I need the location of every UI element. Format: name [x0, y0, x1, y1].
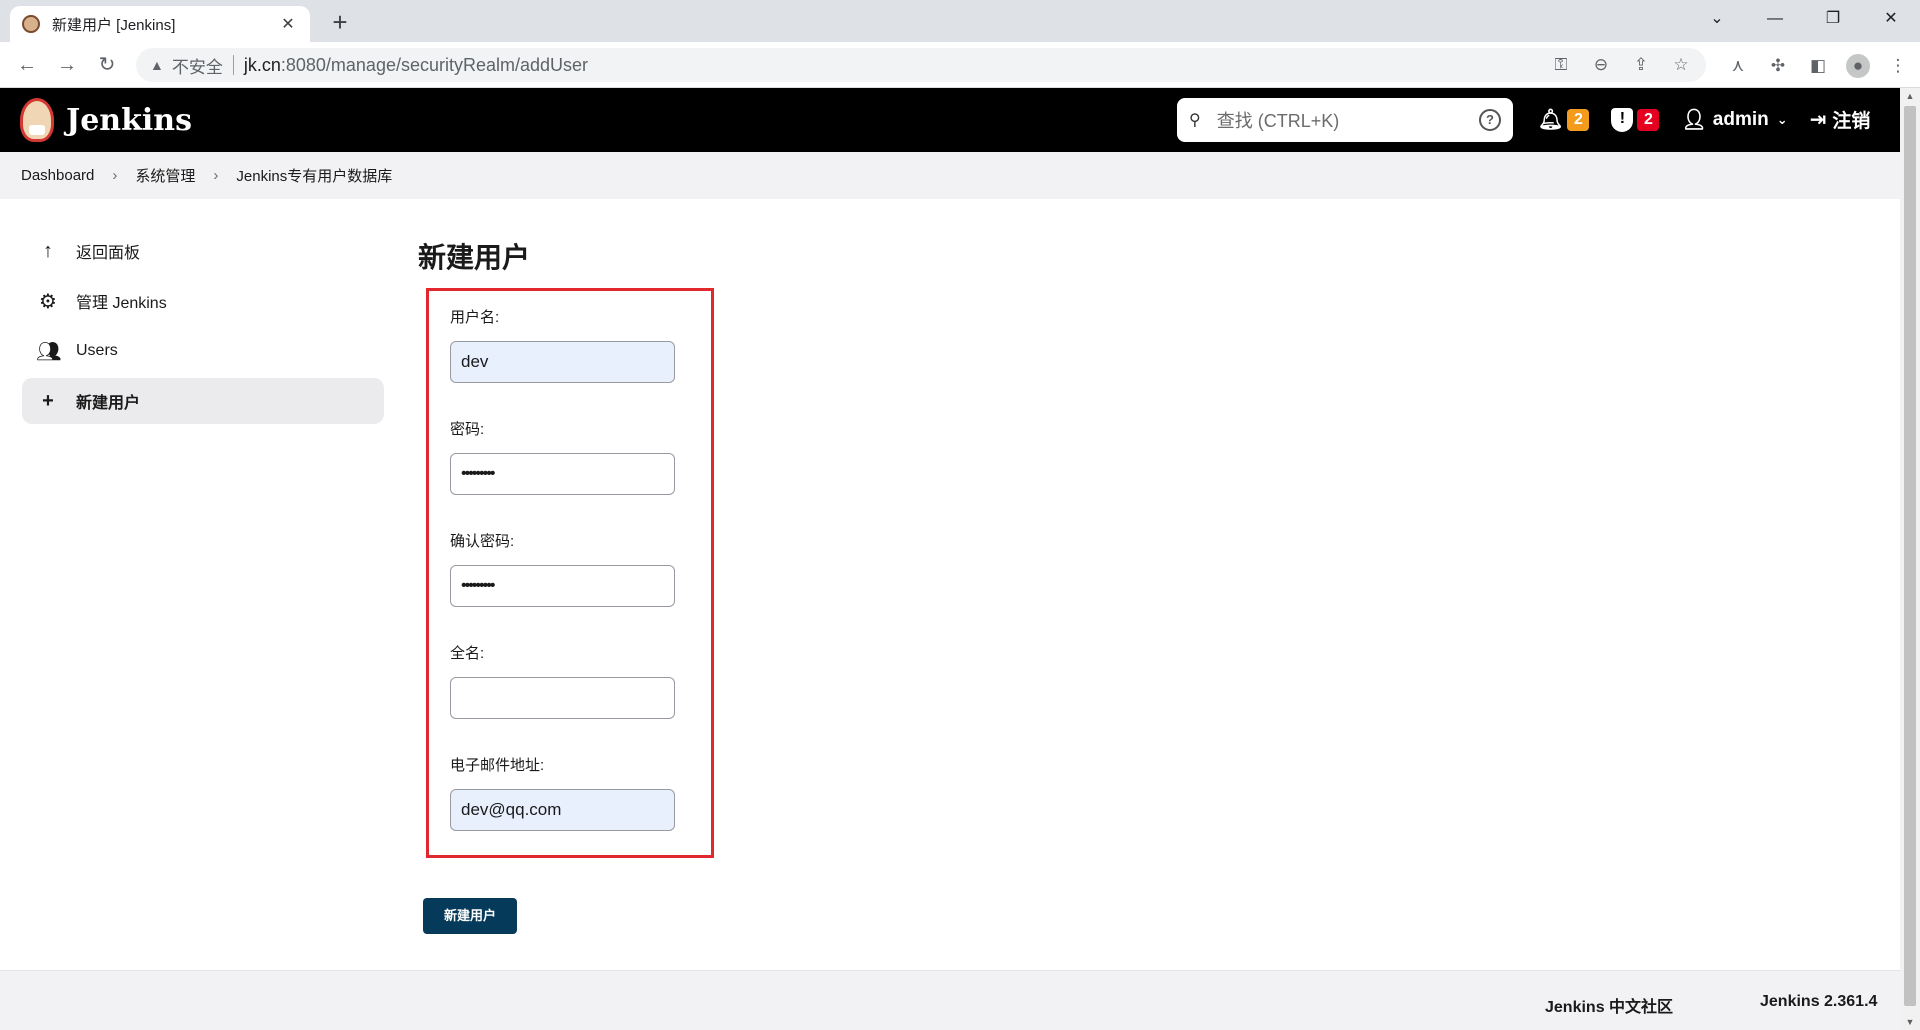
- search-icon: ⚲: [1189, 112, 1201, 129]
- back-button[interactable]: ←: [14, 52, 40, 78]
- profile-avatar-icon[interactable]: ●: [1846, 54, 1870, 78]
- side-panel: ↑ 返回面板 ⚙ 管理 Jenkins 👥︎ Users + 新建用户: [22, 228, 384, 428]
- breadcrumb-chevron-icon[interactable]: ›: [213, 167, 218, 184]
- close-window-button[interactable]: ✕: [1862, 0, 1920, 38]
- user-icon: 👤︎: [1681, 109, 1707, 131]
- email-value: dev@qq.com: [461, 800, 562, 819]
- search-help-icon[interactable]: ?: [1479, 109, 1501, 131]
- password-value: •••••••••: [461, 465, 495, 482]
- fullname-field[interactable]: [450, 677, 675, 719]
- logout-icon: ⇥: [1809, 109, 1827, 131]
- breadcrumb: Dashboard › 系统管理 › Jenkins专有用户数据库: [0, 152, 1900, 199]
- user-name: admin: [1712, 108, 1769, 130]
- fullname-label: 全名:: [450, 645, 485, 662]
- url-text[interactable]: jk.cn:8080/manage/securityRealm/addUser: [244, 55, 1550, 76]
- breadcrumb-manage[interactable]: 系统管理: [135, 165, 195, 186]
- security-monitor-button[interactable]: ! 2: [1611, 107, 1660, 132]
- browser-tab[interactable]: 新建用户 [Jenkins] ✕: [10, 6, 310, 42]
- notifications-button[interactable]: 🔔︎ 2: [1538, 107, 1590, 132]
- sidebar-item-label: 返回面板: [76, 245, 141, 262]
- jenkins-brand: Jenkins: [66, 102, 192, 138]
- community-link[interactable]: Jenkins 中文社区: [1545, 993, 1673, 1017]
- sidebar-item-manage-jenkins[interactable]: ⚙ 管理 Jenkins: [22, 278, 384, 324]
- breadcrumb-user-database[interactable]: Jenkins专有用户数据库: [236, 165, 392, 186]
- search-input[interactable]: 查找 (CTRL+K): [1217, 107, 1479, 133]
- search-box[interactable]: ⚲ 查找 (CTRL+K) ?: [1177, 98, 1513, 142]
- page-scrollbar[interactable]: ▲ ▼: [1900, 88, 1920, 1030]
- jenkins-favicon-icon: [22, 15, 40, 33]
- sidebar-item-back-to-dashboard[interactable]: ↑ 返回面板: [22, 228, 384, 274]
- share-icon[interactable]: ⇪: [1630, 55, 1652, 75]
- key-icon[interactable]: ⚿: [1550, 55, 1572, 75]
- tab-title: 新建用户 [Jenkins]: [52, 16, 176, 34]
- breadcrumb-chevron-icon[interactable]: ›: [112, 167, 117, 184]
- email-field[interactable]: dev@qq.com: [450, 789, 675, 831]
- browser-tabstrip: 新建用户 [Jenkins] ✕ + ⌄ — ❐ ✕: [0, 0, 1920, 42]
- plus-icon: +: [42, 389, 54, 412]
- confirm-password-label: 确认密码:: [450, 533, 515, 550]
- side-panel-icon[interactable]: ◧: [1806, 54, 1830, 78]
- tab-close-icon[interactable]: ✕: [278, 14, 298, 34]
- logout-button[interactable]: ⇥ 注销: [1810, 106, 1871, 133]
- password-field[interactable]: •••••••••: [450, 453, 675, 495]
- scrollbar-thumb[interactable]: [1904, 106, 1916, 1006]
- bell-icon: 🔔︎: [1538, 109, 1564, 131]
- sidebar-item-label: Users: [76, 342, 118, 359]
- gear-icon: ⚙: [39, 290, 57, 313]
- extension-icon[interactable]: ⋏: [1726, 54, 1750, 78]
- scroll-down-arrow-icon[interactable]: ▼: [1900, 1014, 1920, 1030]
- header-actions: 🔔︎ 2 ! 2 👤︎ admin ⌄ ⇥ 注销: [1538, 106, 1892, 133]
- logout-label: 注销: [1832, 111, 1871, 132]
- forward-button[interactable]: →: [54, 52, 80, 78]
- omnibox-divider: [232, 55, 234, 75]
- username-value: dev: [461, 352, 489, 371]
- shield-icon: !: [1611, 107, 1634, 132]
- page-title: 新建用户: [418, 242, 531, 273]
- confirm-password-field[interactable]: •••••••••: [450, 565, 675, 607]
- url-path: :8080/manage/securityRealm/addUser: [280, 54, 589, 75]
- scroll-up-arrow-icon[interactable]: ▲: [1900, 88, 1920, 104]
- url-host: jk.cn: [243, 54, 281, 75]
- omnibox-icons: ⚿ ⊖ ⇪ ☆: [1550, 55, 1692, 75]
- more-menu-icon[interactable]: ⋮: [1886, 54, 1910, 78]
- email-label: 电子邮件地址:: [450, 757, 545, 774]
- sidebar-item-label: 新建用户: [76, 395, 141, 412]
- extension-icons: ⋏ ✣ ◧ ● ⋮: [1726, 54, 1910, 78]
- not-secure-warning-icon[interactable]: ▲: [150, 57, 164, 73]
- sidebar-item-create-user[interactable]: + 新建用户: [22, 378, 384, 424]
- user-menu[interactable]: 👤︎ admin ⌄: [1681, 107, 1787, 132]
- security-badge: 2: [1637, 108, 1660, 131]
- new-tab-button[interactable]: +: [326, 8, 354, 36]
- arrow-up-icon: ↑: [43, 239, 53, 262]
- zoom-icon[interactable]: ⊖: [1590, 55, 1612, 75]
- jenkins-header: Jenkins ⚲ 查找 (CTRL+K) ? 🔔︎ 2 ! 2 👤︎ admi…: [0, 88, 1900, 152]
- username-field[interactable]: dev: [450, 341, 675, 383]
- version-link[interactable]: Jenkins 2.361.4: [1760, 993, 1877, 1011]
- sidebar-item-label: 管理 Jenkins: [76, 295, 167, 312]
- username-label: 用户名:: [450, 309, 500, 326]
- restore-button[interactable]: ❐: [1804, 0, 1862, 38]
- not-secure-label[interactable]: 不安全: [172, 53, 223, 78]
- page-footer: Jenkins 中文社区 Jenkins 2.361.4: [0, 970, 1900, 1030]
- window-controls: ⌄ — ❐ ✕: [1688, 0, 1920, 38]
- confirm-password-value: •••••••••: [461, 577, 495, 594]
- sidebar-item-users[interactable]: 👥︎ Users: [22, 328, 384, 374]
- bookmark-star-icon[interactable]: ☆: [1670, 55, 1692, 75]
- jenkins-butler-logo-icon: [20, 98, 54, 142]
- jenkins-home-link[interactable]: Jenkins: [20, 98, 192, 142]
- minimize-button[interactable]: —: [1746, 0, 1804, 38]
- create-user-button[interactable]: 新建用户: [423, 898, 517, 934]
- address-bar[interactable]: ▲ 不安全 jk.cn:8080/manage/securityRealm/ad…: [136, 48, 1706, 82]
- reload-button[interactable]: ↻: [94, 52, 120, 78]
- browser-toolbar: ← → ↻ ▲ 不安全 jk.cn:8080/manage/securityRe…: [0, 42, 1920, 88]
- chevron-down-icon[interactable]: ⌄: [1777, 112, 1788, 128]
- breadcrumb-dashboard[interactable]: Dashboard: [21, 167, 94, 184]
- tab-search-icon[interactable]: ⌄: [1688, 0, 1746, 38]
- puzzle-icon[interactable]: ✣: [1766, 54, 1790, 78]
- users-icon: 👥︎: [36, 340, 62, 363]
- password-label: 密码:: [450, 421, 485, 438]
- notifications-badge: 2: [1567, 108, 1590, 131]
